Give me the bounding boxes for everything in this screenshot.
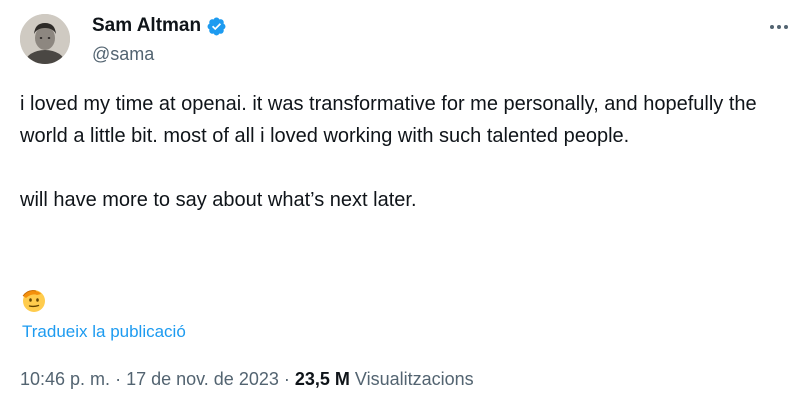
tweet-text: i loved my time at openai. it was transf…	[20, 88, 780, 216]
tweet-metadata: 10:46 p. m. · 17 de nov. de 2023 · 23,5 M Vi…	[20, 366, 474, 392]
display-name[interactable]: Sam Altman	[92, 14, 201, 38]
views-label[interactable]: Visualitzacions	[355, 369, 474, 389]
views-count[interactable]: 23,5 M	[295, 369, 350, 389]
author-handle[interactable]: @sama	[92, 43, 154, 65]
more-dot-icon	[777, 25, 781, 29]
tweet-date[interactable]: 17 de nov. de 2023	[126, 369, 279, 389]
tweet-paragraph: will have more to say about what’s next …	[20, 189, 417, 211]
tweet-paragraph: i loved my time at openai. it was transf…	[20, 93, 757, 147]
more-dot-icon	[784, 25, 788, 29]
separator-dot: ·	[283, 369, 290, 389]
avatar[interactable]	[20, 14, 70, 64]
saluting-face-icon	[20, 286, 48, 314]
tweet-time[interactable]: 10:46 p. m.	[20, 369, 110, 389]
separator-dot: ·	[115, 369, 122, 389]
translate-post-link[interactable]: Tradueix la publicació	[22, 320, 186, 344]
more-dot-icon	[770, 25, 774, 29]
more-options-button[interactable]	[766, 18, 792, 36]
author-name-row[interactable]: Sam Altman	[92, 14, 227, 38]
verified-badge-icon[interactable]	[206, 16, 227, 37]
